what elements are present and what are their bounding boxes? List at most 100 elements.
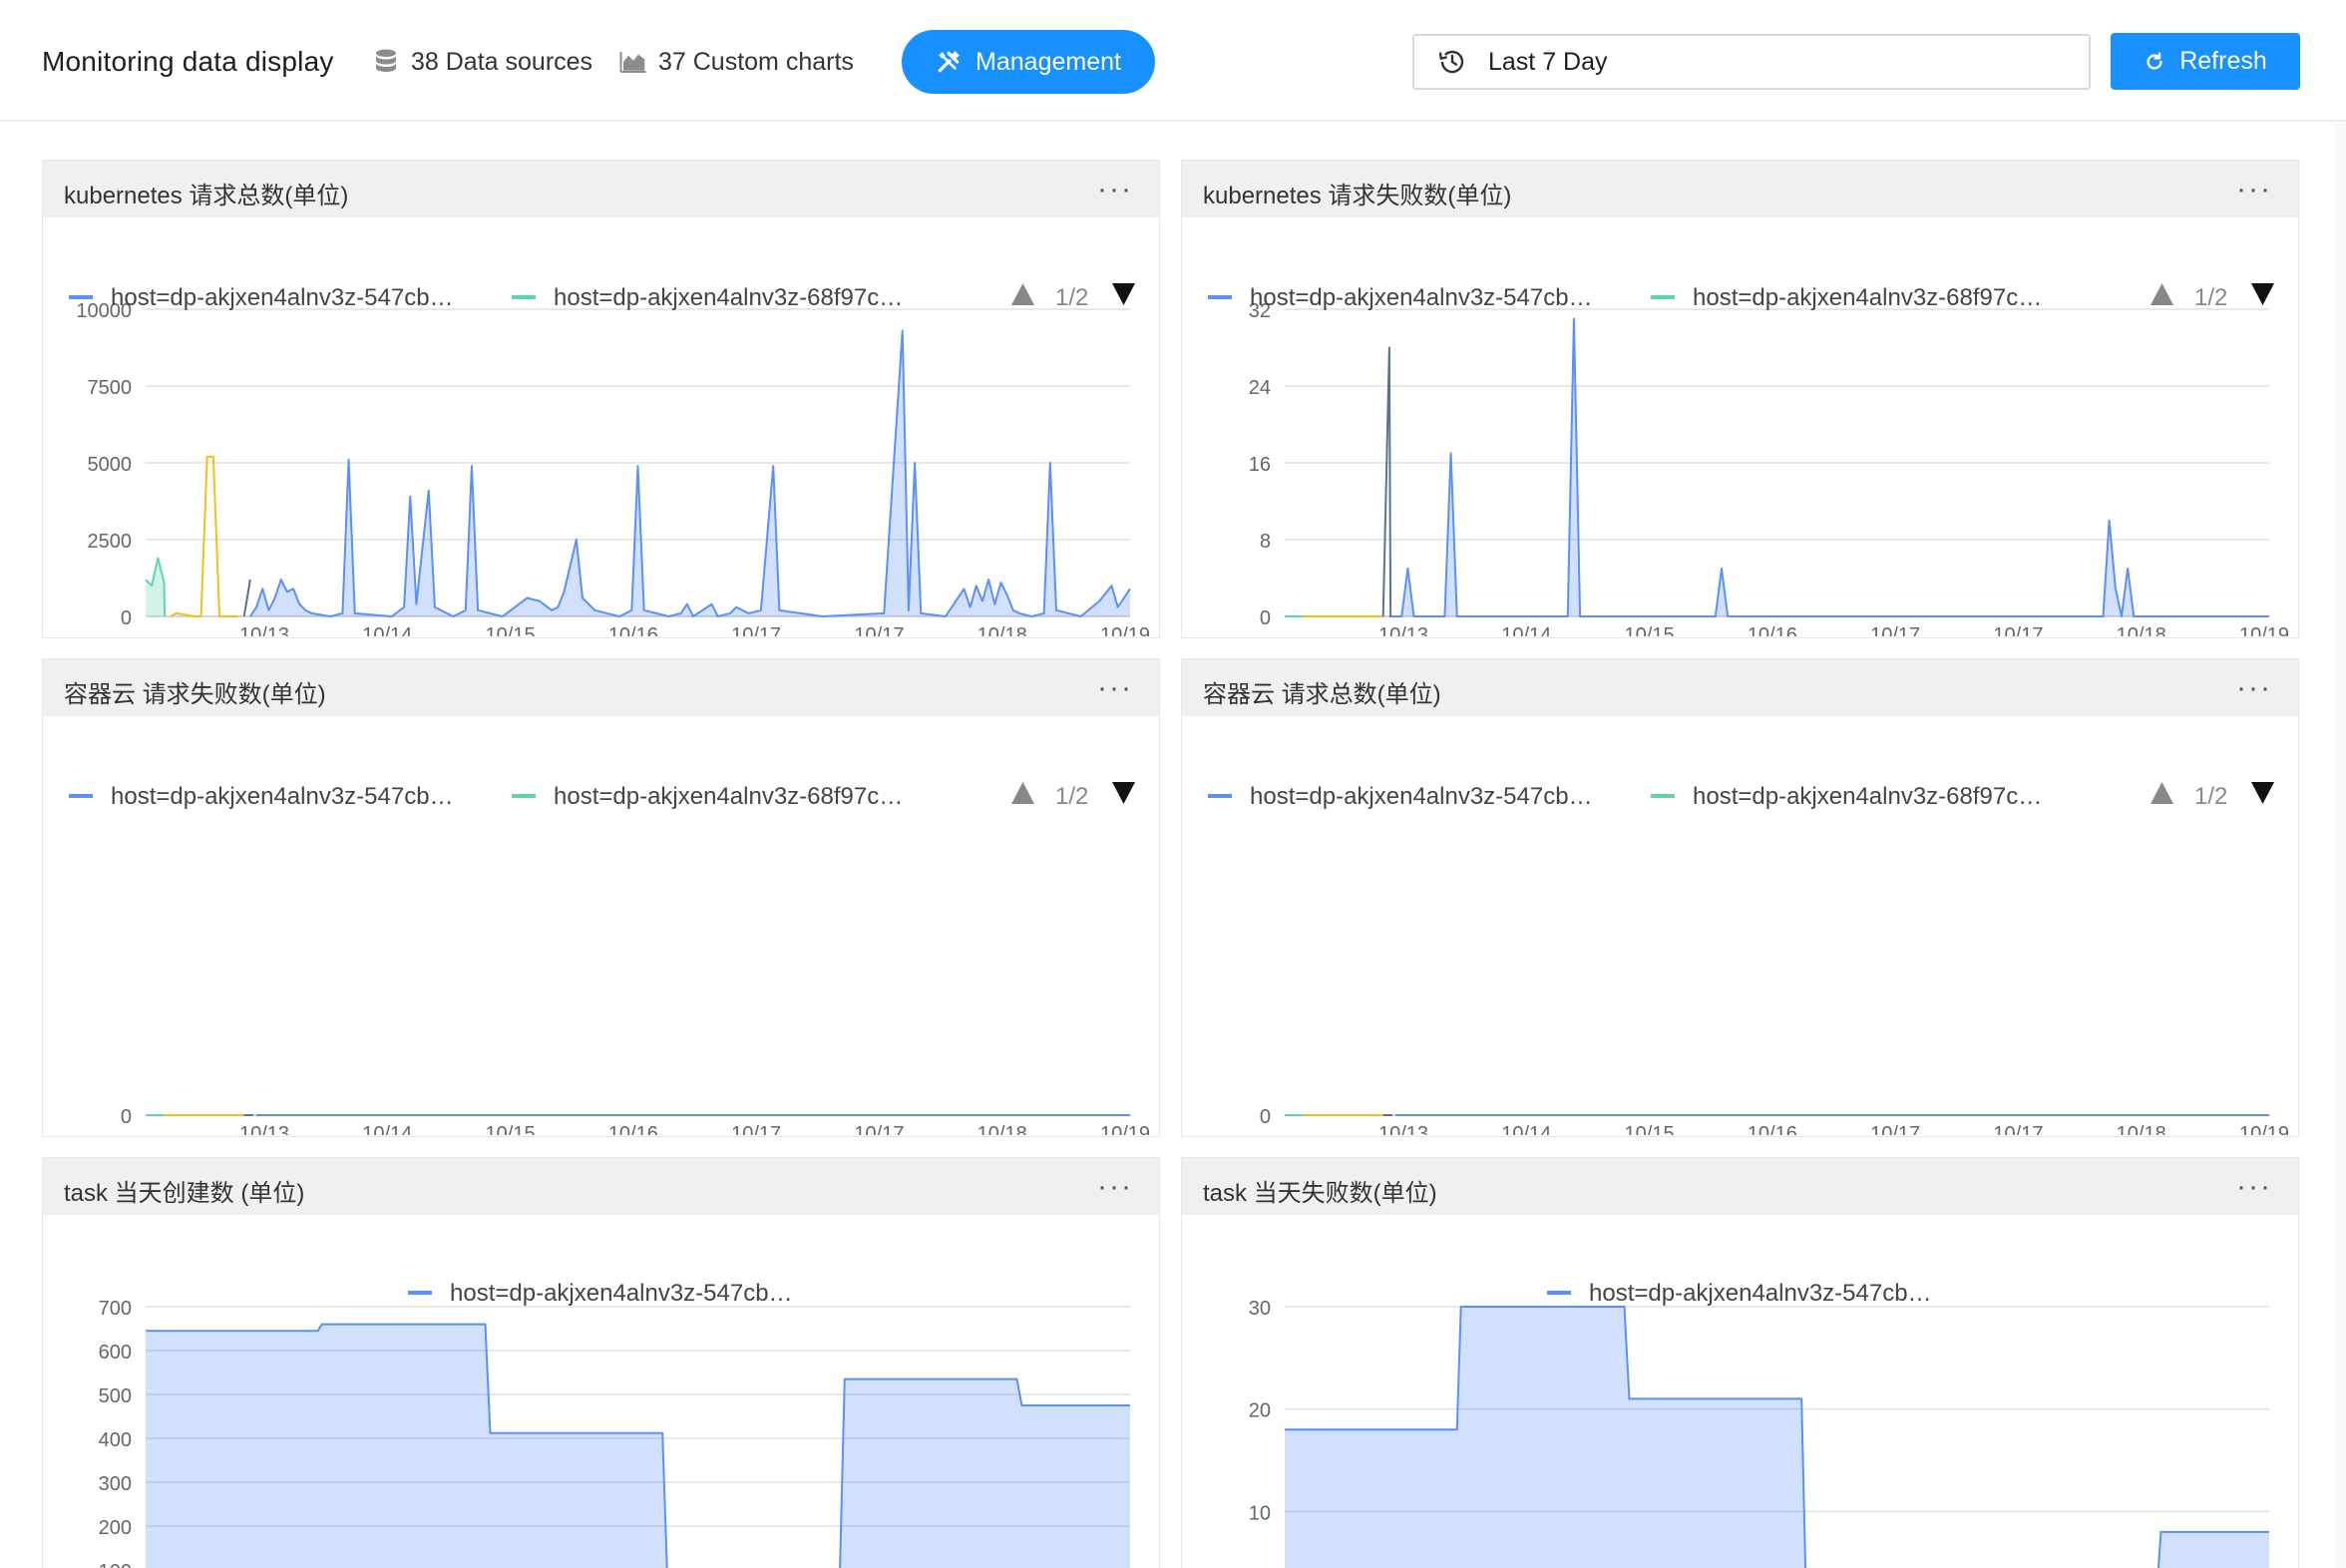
panel-title: 容器云 请求失败数(单位) <box>64 681 326 708</box>
more-icon[interactable]: ··· <box>2236 1170 2272 1204</box>
refresh-button[interactable]: Refresh <box>2111 33 2300 90</box>
legend-pager: 1/2 <box>2194 284 2227 311</box>
x-tick-label: 10/16 <box>608 1123 658 1135</box>
chart-panel-cloud-total: 容器云 请求总数(单位) ··· 010/1313:0010/1410:0010… <box>1181 658 2299 1137</box>
legend-next-icon <box>1112 782 1135 804</box>
legend-prev-icon <box>2150 782 2173 804</box>
series-line <box>242 579 251 617</box>
x-tick-label: 10/18 <box>978 624 1027 636</box>
legend-prev-icon <box>1011 283 1034 305</box>
panel-title: task 当天失败数(单位) <box>1203 1180 1437 1207</box>
x-tick-label: 10/14 <box>362 624 412 636</box>
database-icon <box>376 49 396 72</box>
chart-cloud-total: 010/1313:0010/1410:0010/1507:0010/1604:0… <box>1208 782 2289 1135</box>
x-tick-label: 10/19 <box>2239 1123 2289 1135</box>
y-tick-label: 16 <box>1249 454 1271 476</box>
data-sources-stat: 38 Data sources <box>371 47 592 77</box>
y-tick-label: 24 <box>1249 377 1271 399</box>
legend-item: host=dp-akjxen4alnv3z-68f97c… <box>1693 783 2042 810</box>
x-tick-label: 10/19 <box>1100 1123 1150 1135</box>
legend-prev-icon <box>1011 782 1034 804</box>
legend-item: host=dp-akjxen4alnv3z-547cb… <box>1250 783 1593 810</box>
legend-item: host=dp-akjxen4alnv3z-547cb… <box>1589 1280 1932 1307</box>
chart-panel-k8s-failed: kubernetes 请求失败数(单位) ··· 0816243210/1313… <box>1181 160 2299 638</box>
panel-title: task 当天创建数 (单位) <box>64 1180 305 1207</box>
x-tick-label: 10/19 <box>2239 624 2289 636</box>
x-tick-label: 10/18 <box>978 1123 1027 1135</box>
x-tick-label: 10/15 <box>486 1123 536 1135</box>
more-icon[interactable]: ··· <box>2236 173 2272 206</box>
x-tick-label: 10/17 <box>854 624 904 636</box>
x-tick-label: 10/14 <box>362 1123 412 1135</box>
legend-item: host=dp-akjxen4alnv3z-68f97c… <box>1693 284 2042 311</box>
x-tick-label: 10/13 <box>1378 624 1428 636</box>
panel-header: task 当天失败数(单位) ··· <box>1182 1158 2298 1215</box>
y-tick-label: 8 <box>1260 531 1271 553</box>
panel-header: task 当天创建数 (单位) ··· <box>43 1158 1159 1215</box>
x-tick-label: 10/14 <box>1501 624 1551 636</box>
legend-item: host=dp-akjxen4alnv3z-547cb… <box>111 783 454 810</box>
reload-icon <box>2147 52 2162 70</box>
history-icon <box>1438 50 1464 74</box>
legend-next-icon <box>2251 283 2274 305</box>
legend-item: host=dp-akjxen4alnv3z-547cb… <box>1250 284 1593 311</box>
legend-prev-icon <box>2150 283 2173 305</box>
x-tick-label: 10/13 <box>1378 1123 1428 1135</box>
panel-header: kubernetes 请求失败数(单位) ··· <box>1182 161 2298 217</box>
chart-cloud-failed: 010/1313:0010/1410:0010/1507:0010/1604:0… <box>69 782 1150 1135</box>
chart-panel-task-created: task 当天创建数 (单位) ··· 01002003004005006007… <box>42 1157 1160 1568</box>
more-icon[interactable]: ··· <box>2236 671 2272 705</box>
x-tick-label: 10/16 <box>1748 624 1797 636</box>
y-tick-label: 0 <box>1260 1106 1271 1128</box>
management-button[interactable]: Management <box>902 30 1155 94</box>
panel-header: 容器云 请求失败数(单位) ··· <box>43 659 1159 716</box>
x-tick-label: 10/17 <box>731 1123 781 1135</box>
page-title: Monitoring data display <box>42 46 334 77</box>
x-tick-label: 10/16 <box>1748 1123 1797 1135</box>
series-area <box>146 1324 1130 1568</box>
legend-next-icon <box>2251 782 2274 804</box>
x-tick-label: 10/17 <box>1870 1123 1920 1135</box>
legend-pager: 1/2 <box>2194 783 2227 810</box>
legend-item: host=dp-akjxen4alnv3z-68f97c… <box>554 783 903 810</box>
legend-next-icon <box>1112 283 1135 305</box>
y-tick-label: 500 <box>99 1385 132 1407</box>
x-tick-label: 10/15 <box>1625 1123 1675 1135</box>
x-tick-label: 10/13 <box>239 624 289 636</box>
more-icon[interactable]: ··· <box>1097 671 1133 705</box>
x-tick-label: 10/17 <box>1993 624 2043 636</box>
management-label: Management <box>976 47 1121 76</box>
panel-header: kubernetes 请求总数(单位) ··· <box>43 161 1159 217</box>
page-scrollbar[interactable] <box>2334 124 2346 1568</box>
series-line <box>1388 317 2269 617</box>
y-tick-label: 10 <box>1249 1502 1271 1524</box>
y-tick-label: 7500 <box>88 377 133 399</box>
area-chart-icon <box>619 52 646 73</box>
chart-k8s-failed: 0816243210/1313:0010/1410:0010/1507:0010… <box>1208 283 2289 636</box>
data-sources-count: 38 Data sources <box>411 47 593 76</box>
x-tick-label: 10/17 <box>731 624 781 636</box>
panel-title: kubernetes 请求总数(单位) <box>64 183 349 209</box>
custom-charts-count: 37 Custom charts <box>658 47 854 76</box>
x-tick-label: 10/18 <box>2117 1123 2166 1135</box>
x-tick-label: 10/14 <box>1501 1123 1551 1135</box>
chart-panel-task-failed: task 当天失败数(单位) ··· 0102030host=dp-akjxen… <box>1181 1157 2299 1568</box>
more-icon[interactable]: ··· <box>1097 1170 1133 1204</box>
x-tick-label: 10/18 <box>2117 624 2166 636</box>
time-range-select[interactable]: Last 7 Day <box>1412 34 2091 90</box>
y-tick-label: 0 <box>1260 607 1271 629</box>
tools-icon <box>938 51 960 73</box>
x-tick-label: 10/15 <box>1625 624 1675 636</box>
series-area <box>1285 1307 2269 1568</box>
x-tick-label: 10/19 <box>1100 624 1150 636</box>
chart-task-failed: 0102030host=dp-akjxen4alnv3z-547cb… <box>1249 1280 2269 1568</box>
more-icon[interactable]: ··· <box>1097 173 1133 206</box>
legend-item: host=dp-akjxen4alnv3z-68f97c… <box>554 284 903 311</box>
legend-pager: 1/2 <box>1055 284 1088 311</box>
y-tick-label: 5000 <box>88 454 133 476</box>
x-tick-label: 10/17 <box>1870 624 1920 636</box>
legend-item: host=dp-akjxen4alnv3z-547cb… <box>111 284 454 311</box>
time-range-value: Last 7 Day <box>1488 47 1608 76</box>
refresh-label: Refresh <box>2179 47 2267 75</box>
top-bar: Monitoring data display 38 Data sources … <box>0 0 2346 122</box>
